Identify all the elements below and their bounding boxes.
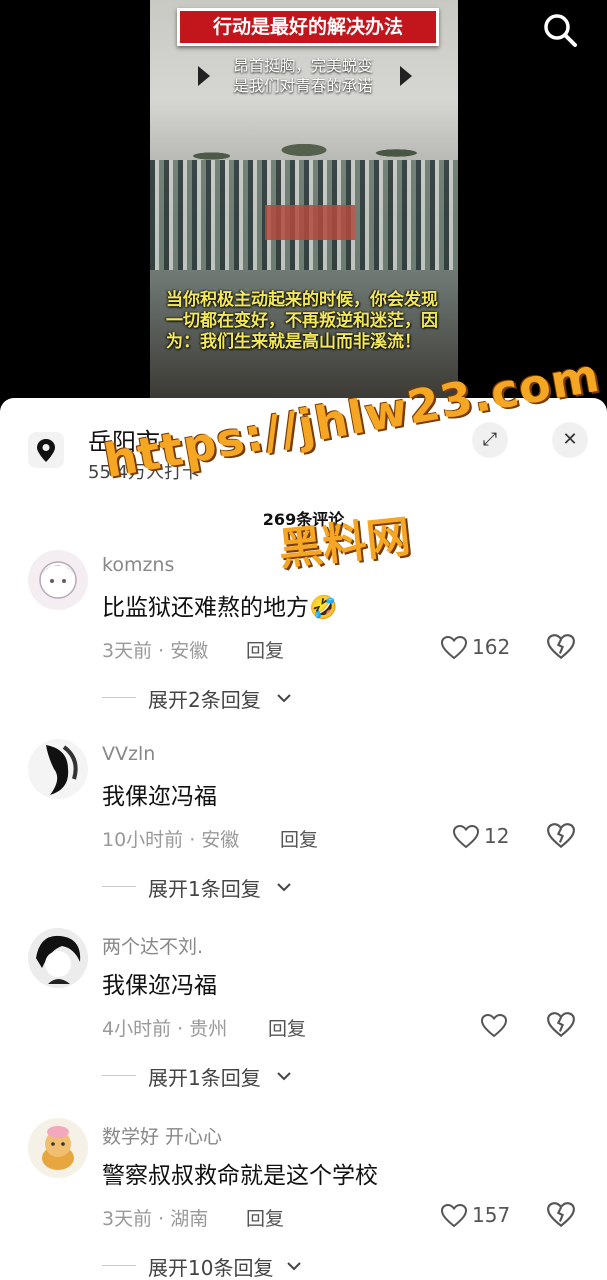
- avatar[interactable]: [28, 1118, 88, 1178]
- reply-button[interactable]: 回复: [280, 825, 318, 852]
- video-player[interactable]: 行动是最好的解决办法 昂首挺胸，完美蜕变 是我们对青春的承诺 当你积极主动起来的…: [150, 0, 458, 398]
- comment-text: 我倮迩冯福: [102, 973, 217, 999]
- dislike-button[interactable]: [546, 632, 576, 662]
- like-count: 162: [472, 635, 511, 659]
- avatar[interactable]: [28, 550, 88, 610]
- close-icon[interactable]: ✕: [552, 422, 588, 458]
- like-button[interactable]: 157: [440, 1202, 550, 1230]
- heart-icon: [440, 1203, 468, 1228]
- divider: [102, 886, 136, 887]
- comment-meta: 4小时前 · 贵州: [102, 1018, 228, 1040]
- comment-username[interactable]: VVzln: [102, 743, 155, 765]
- comment-meta: 3天前 · 安徽: [102, 640, 209, 662]
- dislike-button[interactable]: [546, 821, 576, 851]
- comment-username[interactable]: komzns: [102, 554, 174, 576]
- comments-count: 269条评论: [262, 510, 345, 529]
- location-title: 岳阳市: [88, 428, 160, 456]
- comment-text: 警察叔叔救命就是这个学校: [102, 1163, 378, 1189]
- expand-icon[interactable]: ⤢: [472, 422, 508, 458]
- like-count: 12: [484, 824, 510, 848]
- comment-text: 比监狱还难熬的地方🤣: [102, 595, 338, 621]
- search-button[interactable]: [540, 10, 580, 50]
- reply-button[interactable]: 回复: [246, 636, 284, 663]
- video-background-track: [265, 205, 355, 240]
- heart-icon: [452, 824, 480, 849]
- video-background-trees: [150, 108, 458, 168]
- dislike-button[interactable]: [546, 1200, 576, 1230]
- search-icon: [544, 14, 577, 47]
- comment-item: komzns 比监狱还难熬的地方🤣 3天前 · 安徽 回复 162 展开2条回复: [0, 550, 607, 740]
- video-subtitle-line1: 昂首挺胸，完美蜕变: [233, 57, 373, 75]
- avatar[interactable]: [28, 928, 88, 988]
- comment-item: VVzln 我倮迩冯福 10小时前 · 安徽 回复 12 展开1条回复: [0, 739, 607, 929]
- like-count: 157: [472, 1203, 511, 1227]
- comment-username[interactable]: 数学好 开心心: [102, 1122, 222, 1149]
- like-button[interactable]: 162: [440, 634, 550, 662]
- expand-replies-label: 展开10条回复: [148, 1256, 274, 1280]
- chevron-down-icon: [277, 694, 291, 703]
- location-checkins: 55.4万人打卡: [88, 462, 201, 483]
- divider: [102, 1265, 136, 1266]
- comment-item: 数学好 开心心 警察叔叔救命就是这个学校 3天前 · 湖南 回复 157 展开1…: [0, 1118, 607, 1280]
- heart-icon: [480, 1013, 508, 1038]
- expand-replies-label: 展开1条回复: [148, 877, 261, 901]
- broken-heart-icon: [547, 1012, 575, 1038]
- screen: 行动是最好的解决办法 昂首挺胸，完美蜕变 是我们对青春的承诺 当你积极主动起来的…: [0, 0, 607, 1280]
- expand-replies-label: 展开1条回复: [148, 1066, 261, 1090]
- reply-button[interactable]: 回复: [246, 1204, 284, 1231]
- comment-username[interactable]: 两个达不刘.: [102, 932, 203, 959]
- video-subtitle: 昂首挺胸，完美蜕变 是我们对青春的承诺: [194, 56, 412, 102]
- broken-heart-icon: [547, 1202, 575, 1228]
- broken-heart-icon: [547, 823, 575, 849]
- heart-icon: [440, 635, 468, 660]
- video-banner-title: 行动是最好的解决办法: [177, 8, 439, 46]
- location-card[interactable]: 岳阳市 55.4万人打卡 ⤢ ✕: [24, 418, 588, 488]
- comments-sheet: 岳阳市 55.4万人打卡 ⤢ ✕ 269条评论 komzns 比监狱还难熬的地方…: [0, 398, 607, 1280]
- video-caption: 当你积极主动起来的时候，你会发现一切都在变好，不再叛逆和迷茫，因为：我们生来就是…: [166, 290, 438, 352]
- avatar[interactable]: [28, 739, 88, 799]
- reply-button[interactable]: 回复: [268, 1014, 306, 1041]
- comment-item: 两个达不刘. 我倮迩冯福 4小时前 · 贵州 回复 展开1条回复: [0, 928, 607, 1118]
- location-pin-icon: [28, 432, 64, 468]
- divider: [102, 697, 136, 698]
- broken-heart-icon: [547, 634, 575, 660]
- comment-meta: 3天前 · 湖南: [102, 1208, 209, 1230]
- chevron-down-icon: [277, 883, 291, 892]
- comment-meta: 10小时前 · 安徽: [102, 829, 240, 851]
- chevron-down-icon: [277, 1072, 291, 1081]
- divider: [102, 1075, 136, 1076]
- chevron-down-icon: [287, 1262, 301, 1271]
- video-subtitle-line2: 是我们对青春的承诺: [233, 77, 373, 95]
- comment-text: 我倮迩冯福: [102, 784, 217, 810]
- dislike-button[interactable]: [546, 1010, 576, 1040]
- expand-replies-label: 展开2条回复: [148, 688, 261, 712]
